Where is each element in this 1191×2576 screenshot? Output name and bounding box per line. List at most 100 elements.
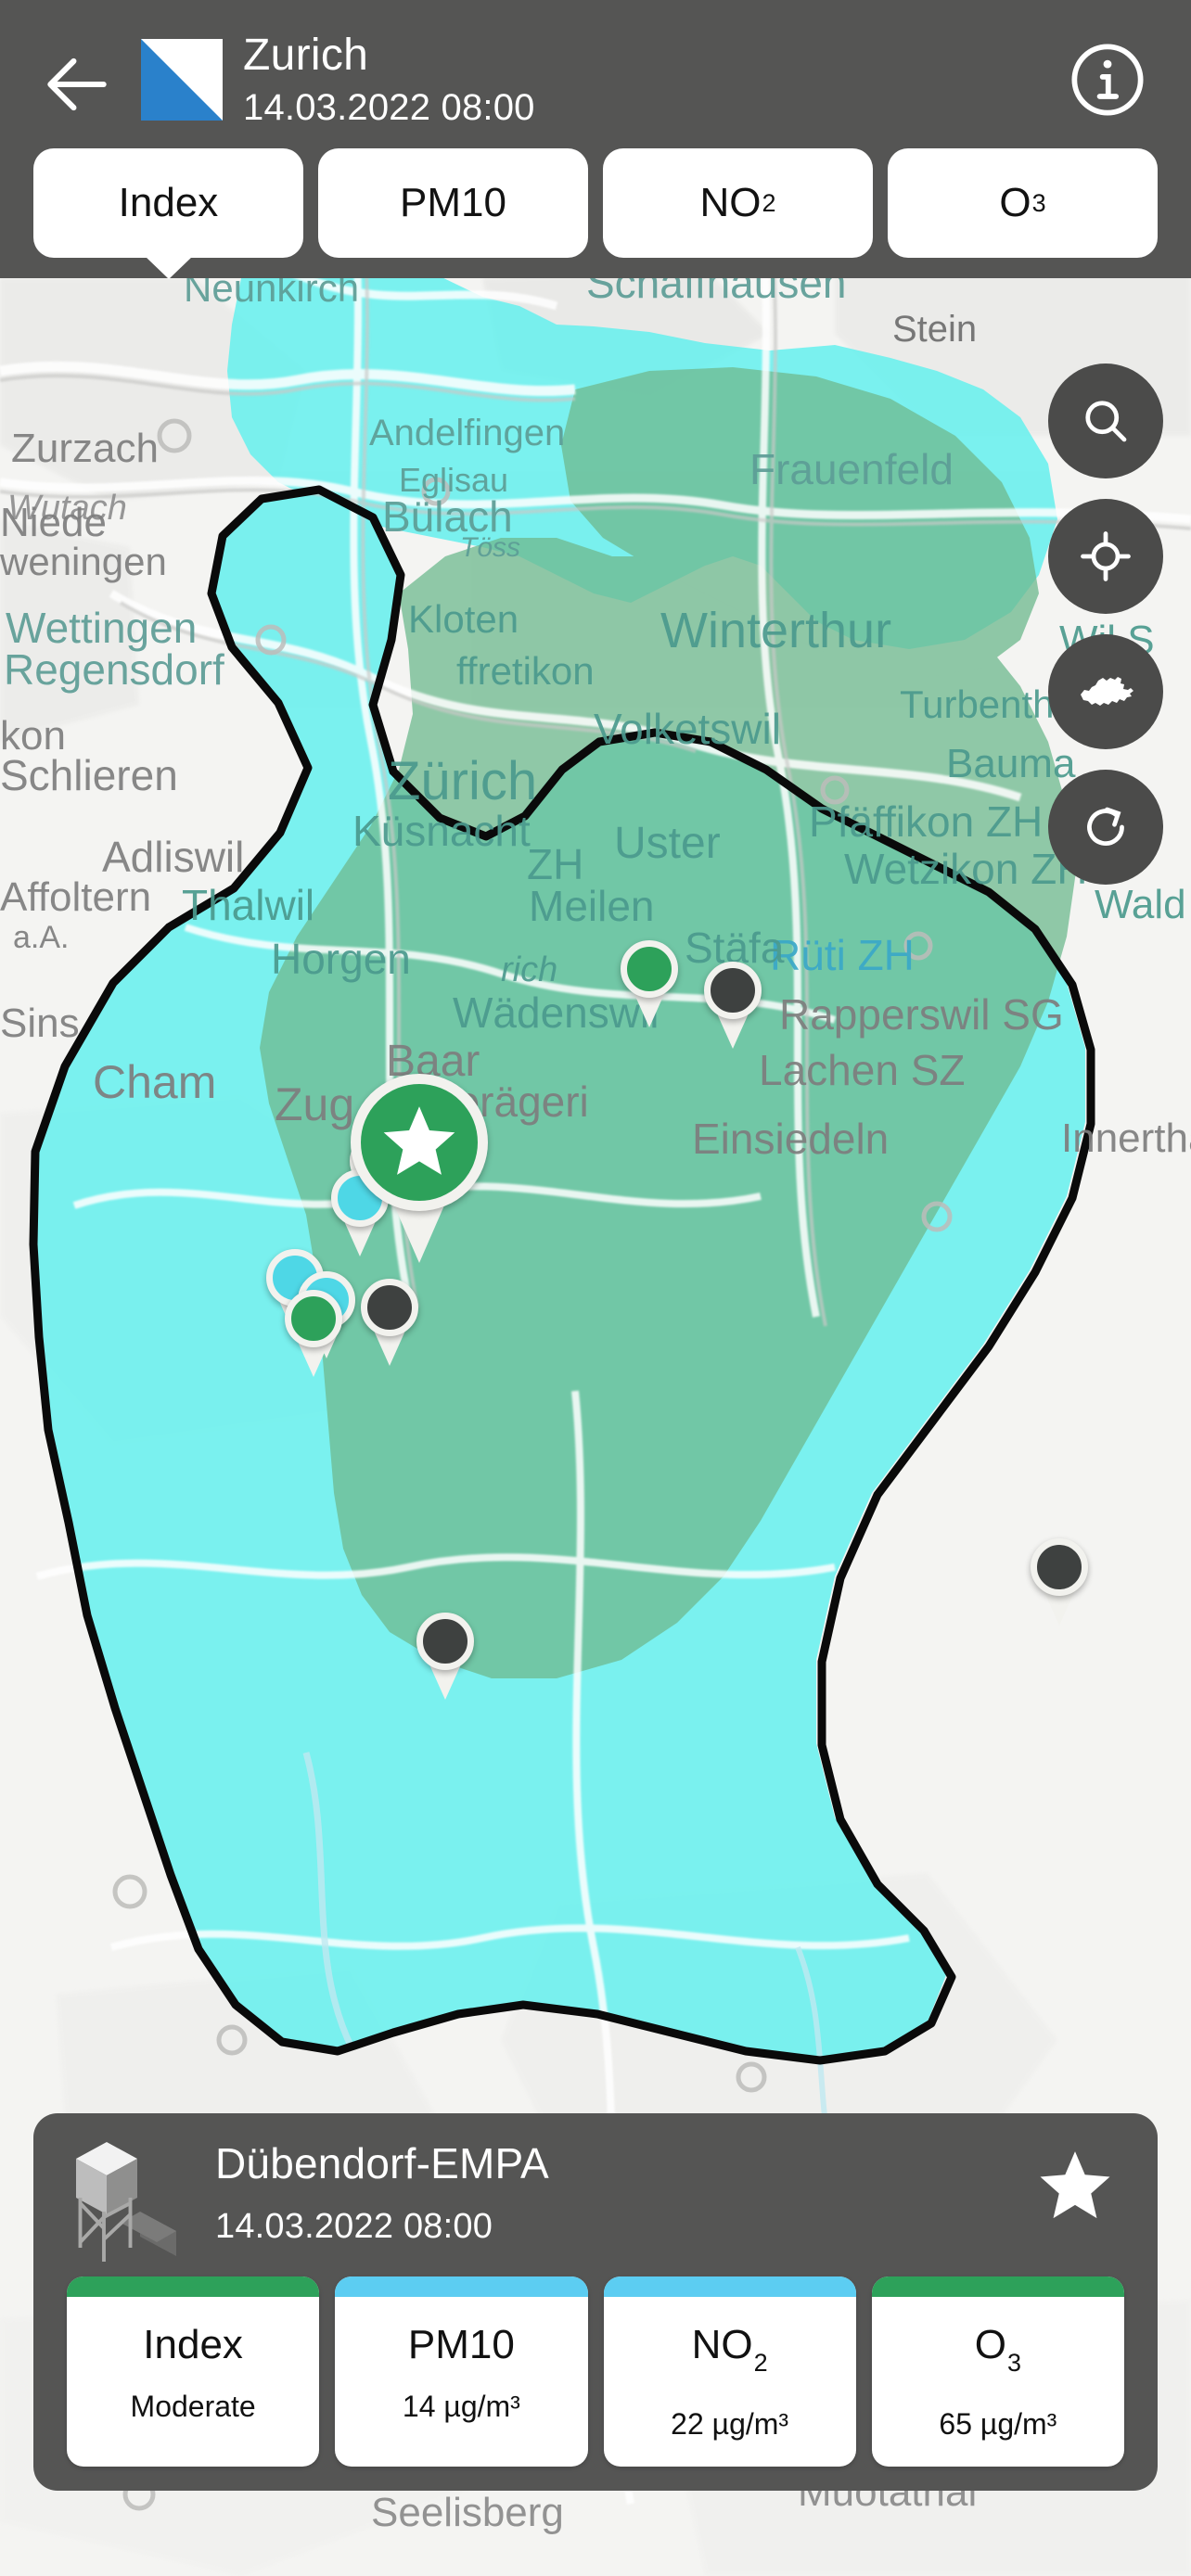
measurement-card-o3[interactable]: O3 65 µg/m³ [871, 2276, 1124, 2467]
switzerland-outline-icon [1081, 677, 1133, 706]
marker-pin [621, 940, 678, 998]
marker-pin [361, 1279, 418, 1336]
map-place-label: Küsnacht [352, 807, 531, 855]
station-marker-west-green[interactable] [285, 1290, 342, 1377]
arrow-left-icon [47, 57, 107, 111]
tab-label: NO [699, 180, 762, 225]
measurement-card-body: PM10 14 µg/m³ [335, 2297, 587, 2449]
pollutant-tab-bar: Index PM10 NO 2 O 3 [0, 148, 1191, 269]
station-marker-city-dark[interactable] [361, 1279, 418, 1366]
map-place-label: Andelfingen [369, 413, 565, 453]
station-marker-winterthur-dark[interactable] [704, 962, 762, 1049]
map-place-label: a.A. [13, 920, 69, 955]
map-place-label: Thalwil [182, 881, 314, 929]
station-name: Dübendorf-EMPA [215, 2139, 549, 2187]
tab-label-subscript: 3 [1031, 188, 1046, 217]
marker-pin [704, 962, 762, 1019]
measurement-card-name-text: O [974, 2322, 1006, 2367]
locate-fab[interactable] [1048, 499, 1163, 614]
map-place-label: Zürich [388, 751, 537, 811]
map-place-label: Horgen [271, 935, 411, 983]
map-place-label: Lachen SZ [759, 1046, 965, 1094]
measurement-card-status-bar [335, 2276, 588, 2297]
station-marker-duebendorf-empa[interactable] [351, 1074, 488, 1263]
measurement-card-name-text: Index [143, 2322, 243, 2367]
tab-label: Index [118, 180, 219, 225]
measurement-card-status-bar [603, 2276, 856, 2297]
measurement-card-value: 65 µg/m³ [939, 2407, 1057, 2441]
map-place-label: Seelisberg [371, 2490, 564, 2535]
map-place-label: Rapperswil SG [779, 990, 1064, 1039]
measurement-card-name: NO2 [609, 2321, 851, 2387]
tab-label: PM10 [400, 180, 506, 225]
measurement-card-no2[interactable]: NO2 22 µg/m³ [603, 2276, 856, 2467]
map-place-label: Stein [892, 309, 977, 350]
map-place-label: Cham [93, 1056, 216, 1108]
station-marker-winterthur-green[interactable] [621, 940, 678, 1027]
map-place-label: Regensdorf [4, 645, 224, 694]
star-filled-icon [1040, 2151, 1110, 2219]
map-place-label: Kloten [408, 597, 519, 641]
map-place-label: Innertha [1061, 1116, 1191, 1161]
measurement-card-body: NO2 22 µg/m³ [604, 2297, 856, 2467]
map-place-label: Uster [614, 819, 721, 868]
map-control-stack [1048, 363, 1163, 885]
map-place-label: Frauenfeld [749, 445, 954, 493]
measurement-card-name-text: PM10 [407, 2322, 515, 2367]
refresh-fab[interactable] [1048, 770, 1163, 885]
measurement-card-name: Index [72, 2321, 314, 2369]
map-place-label: weningen [0, 540, 167, 583]
back-button[interactable] [37, 45, 117, 124]
tab-no2[interactable]: NO 2 [603, 148, 873, 258]
measurement-card-body: Index Moderate [67, 2297, 319, 2449]
header-title-block: Zurich 14.03.2022 08:00 [243, 28, 535, 132]
tab-index[interactable]: Index [33, 148, 303, 258]
marker-pin [351, 1074, 488, 1211]
tab-label-subscript: 2 [762, 188, 776, 217]
tab-label: O [999, 180, 1031, 225]
measurement-card-name: O3 [877, 2321, 1119, 2387]
refresh-icon [1087, 807, 1124, 846]
tab-pm10[interactable]: PM10 [318, 148, 588, 258]
station-marker-lake-dark[interactable] [416, 1613, 474, 1700]
measurement-card-pm10[interactable]: PM10 14 µg/m³ [335, 2276, 588, 2467]
measurement-card-value: 14 µg/m³ [402, 2390, 520, 2423]
station-header: Dübendorf-EMPA 14.03.2022 08:00 [33, 2113, 1158, 2276]
station-marker-wetzikon-dark[interactable] [1031, 1538, 1088, 1626]
map-place-label: Niede [0, 500, 107, 545]
measurement-card-name-text: NO [691, 2322, 753, 2367]
station-detail-panel: Dübendorf-EMPA 14.03.2022 08:00 Index Mod… [33, 2113, 1158, 2491]
map-place-label: Zug [275, 1078, 354, 1130]
map-place-label: Meilen [529, 882, 655, 930]
marker-pin [285, 1290, 342, 1347]
monitoring-tower-icon [76, 2142, 176, 2262]
header-timestamp: 14.03.2022 08:00 [243, 87, 535, 128]
favorite-button[interactable] [1033, 2145, 1117, 2228]
measurement-card-name-subscript: 2 [753, 2349, 768, 2377]
measurement-card-body: O3 65 µg/m³ [872, 2297, 1124, 2467]
map-place-label: Affoltern [0, 874, 151, 920]
info-circle-icon [1071, 44, 1144, 116]
zurich-flag-icon [141, 39, 223, 121]
crosshair-icon [1081, 531, 1131, 581]
marker-tail [394, 1205, 444, 1263]
tab-o3[interactable]: O3 [888, 148, 1158, 258]
search-icon [1085, 401, 1127, 442]
measurement-card-status-bar [871, 2276, 1124, 2297]
map-place-label: Wald [1095, 882, 1186, 927]
map-place-label: Schlieren [0, 751, 178, 799]
marker-pin [416, 1613, 474, 1670]
switzerland-fab[interactable] [1048, 634, 1163, 749]
search-fab[interactable] [1048, 363, 1163, 478]
map-place-label: rich [501, 950, 557, 989]
map-place-label: Rüti ZH [770, 931, 915, 979]
map-place-label: ffretikon [456, 649, 595, 693]
measurement-card-name: PM10 [340, 2321, 582, 2369]
map-place-label: Winterthur [660, 603, 891, 658]
map-place-label: Einsiedeln [692, 1115, 889, 1163]
info-button[interactable] [1065, 37, 1150, 122]
measurement-card-name-subscript: 3 [1006, 2349, 1021, 2377]
map-place-label: Sins [0, 1001, 80, 1046]
marker-pin [1031, 1538, 1088, 1596]
measurement-card-index[interactable]: Index Moderate [67, 2276, 320, 2467]
